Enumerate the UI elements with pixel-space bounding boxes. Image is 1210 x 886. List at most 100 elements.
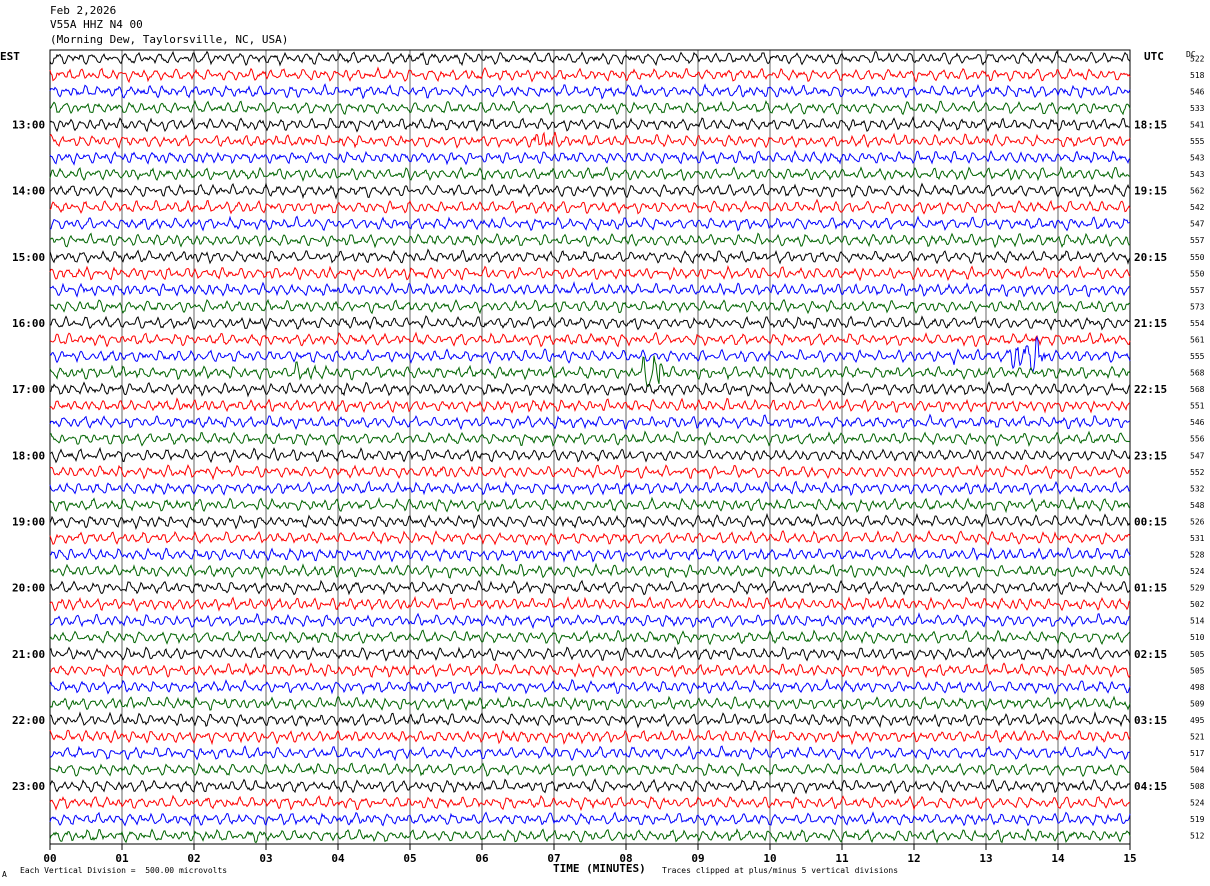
- helicorder-plot: 00 01 02 03 04 05 06 07 08 09 10 11 12 13 14 1552251854…: [12, 49, 1205, 865]
- seismic-trace: [49, 794, 1130, 812]
- dc-offset-label: 528: [1190, 551, 1205, 560]
- dc-offset-label: 509: [1190, 699, 1205, 708]
- seismic-trace: [49, 66, 1131, 84]
- dc-offset-label: 546: [1190, 418, 1205, 427]
- x-tick-label: 14: [1051, 852, 1065, 865]
- seismic-trace: [49, 149, 1131, 166]
- dc-offset-label: 518: [1190, 71, 1205, 80]
- seismic-trace: [49, 496, 1131, 514]
- dc-offset-label: 573: [1190, 302, 1205, 311]
- dc-offset-label: 555: [1190, 352, 1205, 361]
- x-tick-label: 04: [331, 852, 345, 865]
- seismic-trace: [49, 413, 1131, 431]
- seismic-trace: [49, 811, 1131, 827]
- utc-hour-label: 21:15: [1134, 317, 1167, 330]
- dc-offset-label: 519: [1190, 815, 1205, 824]
- dc-offset-label: 505: [1190, 650, 1205, 659]
- est-hour-label: 23:00: [12, 780, 45, 793]
- dc-offset-label: 547: [1190, 220, 1205, 229]
- dc-offset-label: 512: [1190, 832, 1205, 841]
- dc-offset-label: 557: [1190, 236, 1205, 245]
- est-hour-label: 15:00: [12, 251, 45, 264]
- dc-offset-label: 517: [1190, 749, 1205, 758]
- x-tick-label: 05: [403, 852, 416, 865]
- dc-offset-label: 546: [1190, 87, 1205, 96]
- dc-offset-label: 526: [1190, 517, 1205, 526]
- seismic-trace: [49, 165, 1131, 182]
- seismic-trace: [49, 446, 1131, 464]
- dc-offset-label: 557: [1190, 286, 1205, 295]
- seismic-trace: [49, 695, 1131, 712]
- est-hour-label: 16:00: [12, 317, 45, 330]
- dc-offset-label: 508: [1190, 782, 1205, 791]
- est-hour-label: 21:00: [12, 648, 45, 661]
- est-hour-label: 22:00: [12, 714, 45, 727]
- utc-hour-label: 20:15: [1134, 251, 1167, 264]
- utc-hour-label: 02:15: [1134, 648, 1167, 661]
- seismic-trace: [49, 264, 1131, 282]
- dc-offset-label: 547: [1190, 451, 1205, 460]
- dc-offset-label: 543: [1190, 154, 1205, 163]
- seismic-trace: [49, 131, 1131, 149]
- dc-offset-label: 550: [1190, 269, 1205, 278]
- seismic-trace: [49, 280, 1131, 298]
- est-hour-label: 18:00: [12, 449, 45, 462]
- dc-offset-label: 533: [1190, 104, 1205, 113]
- dc-offset-label: 524: [1190, 567, 1205, 576]
- seismic-trace: [49, 298, 1131, 315]
- seismic-trace: [49, 828, 1131, 844]
- seismic-trace: [49, 232, 1131, 249]
- seismic-trace: [49, 50, 1131, 67]
- dc-offset-label: 552: [1190, 468, 1205, 477]
- dc-offset-label: 562: [1190, 187, 1205, 196]
- x-tick-label: 01: [115, 852, 129, 865]
- seismic-trace: [49, 198, 1131, 215]
- dc-offset-label: 522: [1190, 54, 1205, 63]
- seismic-trace: [49, 248, 1131, 265]
- dc-offset-label: 502: [1190, 600, 1205, 609]
- dc-offset-label: 524: [1190, 799, 1205, 808]
- x-axis-label: TIME (MINUTES): [553, 862, 646, 875]
- dc-offset-label: 495: [1190, 716, 1205, 725]
- dc-offset-label: 532: [1190, 484, 1205, 493]
- x-tick-label: 06: [475, 852, 489, 865]
- x-tick-label: 12: [907, 852, 920, 865]
- dc-offset-label: 510: [1190, 633, 1205, 642]
- seismic-trace: [49, 562, 1131, 580]
- dc-offset-label: 542: [1190, 203, 1205, 212]
- x-tick-label: 10: [763, 852, 776, 865]
- scale-mark: A: [2, 870, 7, 879]
- seismic-trace: [49, 464, 1131, 481]
- scale-note: Each Vertical Division = 500.00 microvol…: [20, 866, 228, 875]
- utc-hour-label: 04:15: [1134, 780, 1167, 793]
- x-tick-label: 03: [259, 852, 272, 865]
- seismic-trace: [49, 355, 1131, 387]
- dc-offset-label: 543: [1190, 170, 1205, 179]
- seismic-trace: [49, 646, 1131, 662]
- seismic-trace: [49, 335, 1131, 373]
- dc-offset-label: 498: [1190, 683, 1205, 692]
- seismic-trace: [49, 380, 1131, 398]
- x-tick-label: 00: [43, 852, 56, 865]
- dc-offset-label: 568: [1190, 385, 1205, 394]
- seismic-trace: [49, 331, 1131, 348]
- clip-note: Traces clipped at plus/minus 5 vertical …: [662, 866, 899, 875]
- dc-offset-label: 551: [1190, 402, 1205, 411]
- x-tick-label: 09: [691, 852, 704, 865]
- dc-offset-label: 521: [1190, 732, 1205, 741]
- utc-hour-label: 22:15: [1134, 383, 1167, 396]
- seismic-trace: [49, 182, 1131, 200]
- seismic-trace: [49, 547, 1131, 563]
- x-tick-label: 02: [187, 852, 200, 865]
- seismic-trace: [49, 678, 1131, 696]
- seismic-trace: [49, 629, 1131, 646]
- seismic-trace: [49, 315, 1131, 332]
- seismic-trace: [49, 662, 1131, 679]
- utc-hour-label: 01:15: [1134, 582, 1167, 595]
- seismic-trace: [49, 512, 1131, 530]
- seismic-trace: [49, 595, 1131, 613]
- utc-hour-label: 03:15: [1134, 714, 1167, 727]
- est-hour-label: 20:00: [12, 582, 45, 595]
- seismic-trace: [49, 579, 1131, 596]
- dc-offset-label: 548: [1190, 501, 1205, 510]
